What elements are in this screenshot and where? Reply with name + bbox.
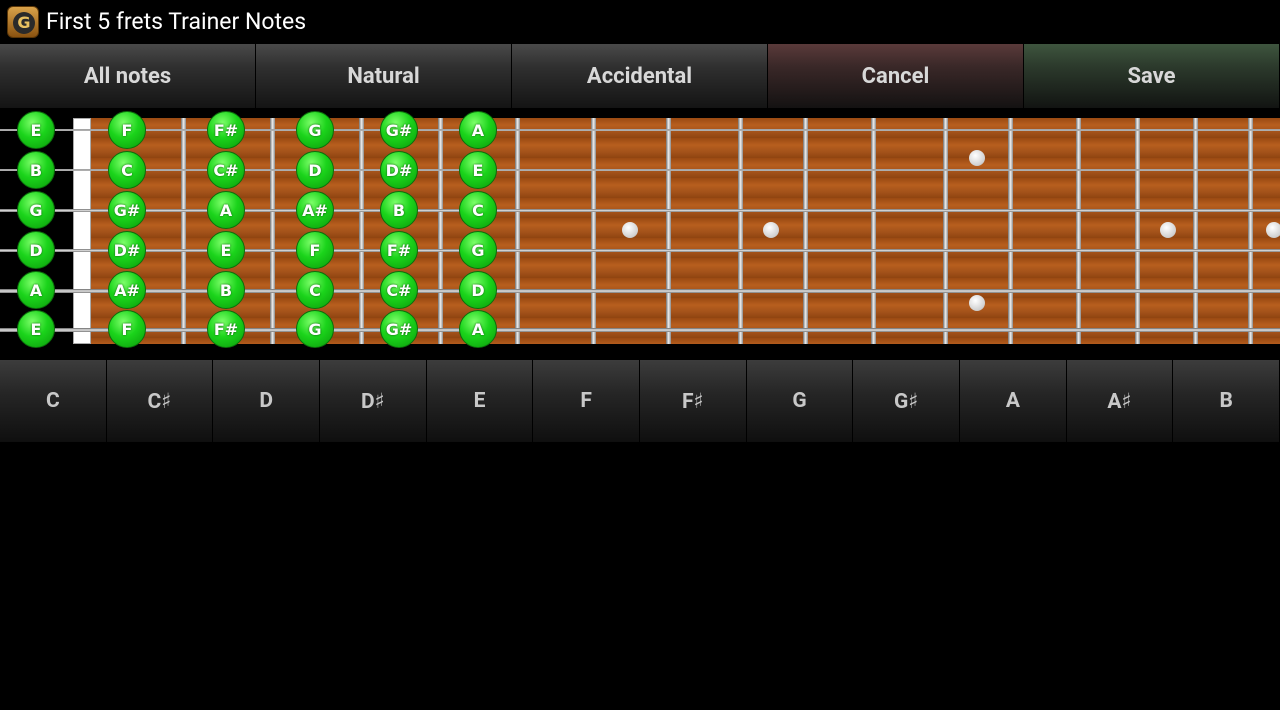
note-button[interactable]: G xyxy=(746,360,854,442)
guitar-string xyxy=(0,129,1280,131)
note-marker[interactable]: F xyxy=(108,111,146,149)
fret-marker-dot xyxy=(1266,222,1280,238)
note-marker[interactable]: A xyxy=(459,111,497,149)
note-marker[interactable]: G# xyxy=(380,310,418,348)
toolbar: All notes Natural Accidental Cancel Save xyxy=(0,44,1280,108)
note-button[interactable]: F♯ xyxy=(640,360,747,442)
title-bar: G First 5 frets Trainer Notes xyxy=(0,0,1280,44)
fret-wire xyxy=(943,118,948,344)
note-marker[interactable]: F xyxy=(108,310,146,348)
note-button[interactable]: F xyxy=(533,360,641,442)
note-button[interactable]: A♯ xyxy=(1066,360,1174,442)
fret-wire xyxy=(1008,118,1013,344)
note-marker[interactable]: G# xyxy=(108,191,146,229)
guitar-string xyxy=(0,328,1280,332)
note-marker[interactable]: F# xyxy=(207,310,245,348)
note-button[interactable]: D♯ xyxy=(320,360,427,442)
fret-wire xyxy=(270,118,275,344)
note-marker[interactable]: F# xyxy=(207,111,245,149)
fret-wire xyxy=(1193,118,1198,344)
guitar-string xyxy=(0,289,1280,293)
note-marker[interactable]: G xyxy=(17,191,55,229)
note-marker[interactable]: G# xyxy=(380,111,418,149)
note-marker[interactable]: A# xyxy=(108,271,146,309)
note-marker[interactable]: G xyxy=(296,111,334,149)
guitar-app-icon: G xyxy=(7,6,39,38)
fret-wire xyxy=(359,118,364,344)
note-marker[interactable]: D# xyxy=(108,231,146,269)
note-marker[interactable]: C xyxy=(108,151,146,189)
note-button[interactable]: A xyxy=(960,360,1067,442)
fret-wire xyxy=(181,118,186,344)
guitar-string xyxy=(0,209,1280,212)
note-marker[interactable]: D xyxy=(296,151,334,189)
note-marker[interactable]: C xyxy=(459,191,497,229)
note-marker[interactable]: F# xyxy=(380,231,418,269)
accidental-button[interactable]: Accidental xyxy=(512,44,768,108)
fret-wire xyxy=(803,118,808,344)
note-marker[interactable]: E xyxy=(207,231,245,269)
all-notes-button[interactable]: All notes xyxy=(0,44,256,108)
note-marker[interactable]: A# xyxy=(296,191,334,229)
fret-wire xyxy=(591,118,596,344)
note-button[interactable]: B xyxy=(1173,360,1280,442)
fret-wire xyxy=(871,118,876,344)
fret-marker-dot xyxy=(1160,222,1176,238)
guitar-nut xyxy=(73,118,91,344)
fret-marker-dot xyxy=(969,295,985,311)
note-marker[interactable]: C# xyxy=(380,271,418,309)
note-marker[interactable]: G xyxy=(296,310,334,348)
note-marker[interactable]: E xyxy=(17,310,55,348)
note-marker[interactable]: C xyxy=(296,271,334,309)
note-marker[interactable]: B xyxy=(207,271,245,309)
note-marker[interactable]: A xyxy=(459,310,497,348)
note-marker[interactable]: D xyxy=(17,231,55,269)
fretboard[interactable]: E B G D A E F C G# D# A# F F# C# A E B F# G D A# F C G G# D# B F# C#… xyxy=(0,110,1280,355)
note-marker[interactable]: B xyxy=(380,191,418,229)
fret-marker-dot xyxy=(763,222,779,238)
save-button[interactable]: Save xyxy=(1024,44,1280,108)
fret-wire xyxy=(515,118,520,344)
note-button[interactable]: C♯ xyxy=(106,360,214,442)
note-marker[interactable]: A xyxy=(17,271,55,309)
guitar-string xyxy=(0,169,1280,171)
note-marker[interactable]: B xyxy=(17,151,55,189)
fret-wire xyxy=(1248,118,1253,344)
note-marker[interactable]: G xyxy=(459,231,497,269)
fret-wire xyxy=(438,118,443,344)
fretboard-wood xyxy=(85,118,1280,344)
app-title: First 5 frets Trainer Notes xyxy=(46,8,307,35)
note-marker[interactable]: F xyxy=(296,231,334,269)
cancel-button[interactable]: Cancel xyxy=(768,44,1024,108)
note-marker[interactable]: C# xyxy=(207,151,245,189)
fret-wire xyxy=(1076,118,1081,344)
note-marker[interactable]: D# xyxy=(380,151,418,189)
note-marker[interactable]: A xyxy=(207,191,245,229)
fret-marker-dot xyxy=(969,150,985,166)
note-button[interactable]: D xyxy=(213,360,321,442)
guitar-string xyxy=(0,249,1280,252)
note-button-bar: C C♯ D D♯ E F F♯ G G♯ A A♯ B xyxy=(0,360,1280,442)
natural-button[interactable]: Natural xyxy=(256,44,512,108)
note-marker[interactable]: E xyxy=(459,151,497,189)
fret-wire xyxy=(666,118,671,344)
fret-wire xyxy=(1135,118,1140,344)
note-button[interactable]: G♯ xyxy=(853,360,961,442)
fret-wire xyxy=(738,118,743,344)
fret-marker-dot xyxy=(622,222,638,238)
note-marker[interactable]: E xyxy=(17,111,55,149)
note-marker[interactable]: D xyxy=(459,271,497,309)
note-button[interactable]: C xyxy=(0,360,107,442)
note-button[interactable]: E xyxy=(426,360,534,442)
